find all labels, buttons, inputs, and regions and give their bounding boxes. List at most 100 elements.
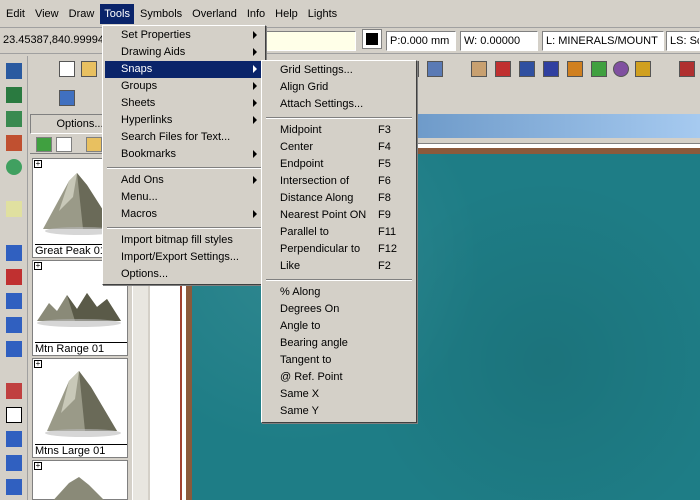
menu-item-menu[interactable]: Menu... [105,189,263,206]
new-file-button[interactable] [56,58,78,80]
array-tool-button[interactable] [3,290,25,312]
menu-item-import-bitmap[interactable]: Import bitmap fill styles [105,232,263,249]
swirl-icon [613,61,629,77]
linestyle-field[interactable]: LS: Sc [666,31,700,51]
snap-item-degrees-on[interactable]: Degrees On [264,301,414,318]
color-swatch[interactable] [362,29,382,49]
menu-separator [266,279,412,281]
menu-item-add-ons[interactable]: Add Ons [105,172,263,189]
mirror-tool-button[interactable] [3,314,25,336]
palette-tool-3[interactable] [86,137,102,152]
menu-item-set-properties[interactable]: Set Properties [105,27,263,44]
tool-b-button[interactable] [424,58,446,80]
menu-separator [107,227,261,229]
submenu-arrow-icon [253,150,257,158]
menu-item-search-files[interactable]: Search Files for Text... [105,129,263,146]
symbol-next[interactable]: + [32,460,128,500]
snap-item-parallel[interactable]: Parallel to F11 [264,224,414,241]
snap-item-bearing-angle[interactable]: Bearing angle [264,335,414,352]
tool-k-button[interactable] [676,58,698,80]
tool-f-button[interactable] [540,58,562,80]
submenu-arrow-icon [253,99,257,107]
command-field[interactable] [264,31,356,51]
menu-help[interactable]: Help [271,4,302,24]
symbol-caption: Mtns Large 01 [35,444,127,457]
tool-h-button[interactable] [588,58,610,80]
menu-item-snaps[interactable]: Snaps [105,61,263,78]
menu-item-import-export[interactable]: Import/Export Settings... [105,249,263,266]
menu-tools[interactable]: Tools [100,3,134,24]
snap-item-angle-to[interactable]: Angle to [264,318,414,335]
eyedropper-button[interactable] [3,242,25,264]
tool-j-button[interactable] [632,58,654,80]
snap-item-grid-settings[interactable]: Grid Settings... [264,62,414,79]
submenu-arrow-icon [253,116,257,124]
menu-lights[interactable]: Lights [304,4,341,24]
menu-item-hyperlinks[interactable]: Hyperlinks [105,112,263,129]
snap-item-nearest-point[interactable]: Nearest Point ON F9 [264,207,414,224]
window-tool-button[interactable] [3,452,25,474]
menu-item-bookmarks[interactable]: Bookmarks [105,146,263,163]
snap-item-same-y[interactable]: Same Y [264,403,414,420]
map-icon [471,61,487,77]
move-tool-button[interactable] [3,338,25,360]
snap-item-attach-settings[interactable]: Attach Settings... [264,96,414,113]
menu-edit[interactable]: Edit [2,4,29,24]
select-tool-button[interactable] [3,60,25,82]
fill-tool-button[interactable] [3,476,25,498]
snap-item-same-x[interactable]: Same X [264,386,414,403]
menu-item-sheets[interactable]: Sheets [105,95,263,112]
tool-i-button[interactable] [610,58,632,80]
measure-tool-button[interactable] [3,380,25,402]
tool-g-button[interactable] [564,58,586,80]
pen-width-field[interactable]: P:0.000 mm [386,31,456,51]
menu-item-groups[interactable]: Groups [105,78,263,95]
snap-item-endpoint[interactable]: Endpoint F5 [264,156,414,173]
menu-overland[interactable]: Overland [188,4,241,24]
tool-c-button[interactable] [468,58,490,80]
snap-item-midpoint[interactable]: Midpoint F3 [264,122,414,139]
draw-tool-button[interactable] [3,84,25,106]
snap-item-percent-along[interactable]: % Along [264,284,414,301]
menu-info[interactable]: Info [243,4,269,24]
hash-tool-button[interactable] [3,404,25,426]
shapes-icon [6,159,22,175]
tree-view-button[interactable] [56,87,78,109]
menu-item-drawing-aids[interactable]: Drawing Aids [105,44,263,61]
submenu-arrow-icon [253,210,257,218]
tools-button[interactable] [3,132,25,154]
snap-item-align-grid[interactable]: Align Grid [264,79,414,96]
symbol-mtns-large[interactable]: + Mtns Large 01 [32,358,128,458]
snap-item-like[interactable]: Like F2 [264,258,414,275]
menu-draw[interactable]: Draw [65,4,99,24]
snap-item-tangent-to[interactable]: Tangent to [264,352,414,369]
snap-item-intersection[interactable]: Intersection of F6 [264,173,414,190]
palette-tool-1[interactable] [36,137,52,152]
menu-symbols[interactable]: Symbols [136,4,186,24]
tool-d-button[interactable] [492,58,514,80]
sort-tool-button[interactable] [3,266,25,288]
menu-view[interactable]: View [31,4,63,24]
snap-item-center[interactable]: Center F4 [264,139,414,156]
snap-item-distance-along[interactable]: Distance Along F8 [264,190,414,207]
submenu-arrow-icon [253,48,257,56]
open-button[interactable] [78,58,100,80]
snaps-submenu: Grid Settings... Align Grid Attach Setti… [261,60,417,423]
snap-item-perpendicular[interactable]: Perpendicular to F12 [264,241,414,258]
width-field[interactable]: W: 0.00000 [460,31,538,51]
menu-item-options[interactable]: Options... [105,266,263,283]
snap-item-ref-point[interactable]: @ Ref. Point [264,369,414,386]
submenu-arrow-icon [253,176,257,184]
menu-item-macros[interactable]: Macros [105,206,263,223]
palette-tool-2[interactable] [56,137,72,152]
symbol-tool-button[interactable] [3,156,25,178]
layer-field[interactable]: L: MINERALS/MOUNT [542,31,664,51]
hammer-icon [6,135,22,151]
menu-separator [107,167,261,169]
tool-e-button[interactable] [516,58,538,80]
edit-tool-button[interactable] [3,108,25,130]
copy-tool-button[interactable] [3,198,25,220]
src-icon [679,61,695,77]
submenu-arrow-icon [253,65,257,73]
list-tool-button[interactable] [3,428,25,450]
